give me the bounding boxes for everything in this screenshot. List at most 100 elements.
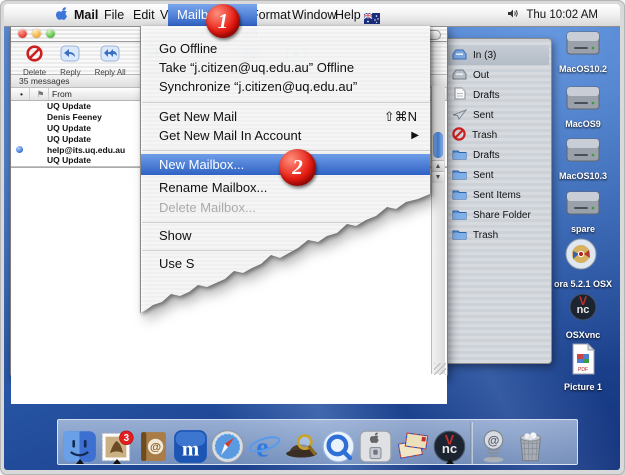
- drawer-item-label: Out: [473, 70, 489, 81]
- drawer-item-label: Drafts: [473, 150, 500, 161]
- column-header-flag[interactable]: ⚑: [30, 88, 49, 100]
- menubar-item-help[interactable]: Help: [335, 4, 361, 26]
- volume-icon[interactable]: [507, 8, 519, 22]
- menu-item-delete-mailbox: Delete Mailbox...: [159, 198, 419, 217]
- desktop-icon-osxvnc[interactable]: V nc OSXvnc: [550, 292, 616, 340]
- svg-text:PDF: PDF: [578, 367, 588, 373]
- drawer-item-share-folder[interactable]: Share Folder: [447, 205, 549, 225]
- drawer-item-label: Sent Items: [473, 190, 521, 201]
- message-from: Denis Feeney: [43, 112, 102, 122]
- menu-item-use-s-torn[interactable]: Use S: [159, 254, 419, 273]
- no-sign-icon: [26, 45, 43, 67]
- message-from: UQ Update: [43, 101, 91, 111]
- menu-item-get-new-mail-in-account[interactable]: Get New Mail In Account ▶: [159, 126, 419, 145]
- running-indicator: [76, 459, 84, 464]
- delete-button[interactable]: Delete: [23, 42, 46, 77]
- drawer-item-sent-top[interactable]: Sent: [447, 105, 549, 125]
- inbox-icon: [452, 48, 467, 63]
- osxvnc-icon[interactable]: V nc: [431, 424, 468, 464]
- drawer-item-trash-top[interactable]: Trash: [447, 125, 549, 145]
- sherlock-icon[interactable]: [283, 424, 320, 464]
- reply-arrow-icon: [60, 45, 80, 67]
- hard-drive-icon: [563, 45, 603, 62]
- drawer-item-sent-items[interactable]: Sent Items: [447, 185, 549, 205]
- desktop-icon-picture1[interactable]: PDF Picture 1: [550, 342, 616, 392]
- drawer-item-in[interactable]: In (3): [447, 45, 549, 65]
- scrollbar-thumb[interactable]: [433, 132, 443, 158]
- no-sign-icon: [452, 127, 466, 144]
- classic-mail-icon[interactable]: @: [475, 424, 512, 464]
- vertical-scrollbar[interactable]: ▲ ▼: [431, 86, 445, 374]
- svg-text:nc: nc: [577, 304, 590, 316]
- folder-icon: [452, 168, 467, 183]
- desktop-icon-macos102[interactable]: MacOS10.2: [550, 28, 616, 74]
- drawer-item-label: Sent: [473, 110, 494, 121]
- menubar-clock[interactable]: Thu 10:02 AM: [526, 9, 598, 21]
- mailboxes-drawer: In (3) Out Drafts Sent Tras: [444, 38, 552, 364]
- submenu-arrow-icon: ▶: [411, 126, 419, 145]
- message-from: help@its.uq.edu.au: [43, 145, 125, 155]
- safari-icon[interactable]: [209, 424, 246, 464]
- running-indicator: [113, 459, 121, 464]
- drawer-item-label: Sent: [473, 170, 494, 181]
- menubar-item-window[interactable]: Window: [292, 4, 336, 26]
- running-indicator: [446, 459, 454, 464]
- reply-all-button[interactable]: Reply All: [95, 42, 126, 77]
- cd-disc-icon: [563, 260, 603, 277]
- draft-paper-icon: [452, 87, 467, 103]
- system-preferences-icon[interactable]: [357, 424, 394, 464]
- desktop-icon-label: MacOS10.3: [550, 171, 616, 181]
- svg-text:@: @: [150, 442, 161, 454]
- svg-text:m: m: [182, 437, 199, 460]
- drawer-item-out[interactable]: Out: [447, 65, 549, 85]
- hard-drive-icon: [563, 152, 603, 169]
- folder-icon: [452, 228, 467, 243]
- drawer-item-trash-folder[interactable]: Trash: [447, 225, 549, 245]
- quicktime-icon[interactable]: [320, 424, 357, 464]
- pdf-file-icon: PDF: [568, 363, 598, 380]
- folder-icon: [452, 208, 467, 223]
- address-book-icon[interactable]: @: [135, 424, 172, 464]
- message-from: UQ Update: [43, 123, 91, 133]
- eudora-icon[interactable]: [394, 424, 431, 464]
- desktop-icon-label: Picture 1: [550, 382, 616, 392]
- menubar-item-mail[interactable]: Mail: [74, 4, 98, 26]
- menubar-item-file[interactable]: File: [104, 4, 124, 26]
- menu-item-synchronize[interactable]: Synchronize “j.citizen@uq.edu.au”: [159, 77, 419, 96]
- desktop: MacOS10.2 MacOS9 MacOS10.3 spare: [4, 4, 620, 470]
- trash-icon[interactable]: [512, 424, 549, 464]
- desktop-icon-macos9[interactable]: MacOS9: [550, 83, 616, 129]
- menu-separator: [142, 250, 430, 251]
- menu-item-get-new-mail[interactable]: Get New Mail ⇧⌘N: [159, 107, 419, 126]
- reply-button[interactable]: Reply: [60, 42, 80, 77]
- desktop-icon-label: OSXvnc: [550, 330, 616, 340]
- outbox-icon: [452, 68, 467, 83]
- resize-grip[interactable]: [434, 363, 446, 375]
- drawer-item-label: Trash: [472, 130, 497, 141]
- menubar-item-edit[interactable]: Edit: [133, 4, 155, 26]
- desktop-icon-label: spare: [550, 224, 616, 234]
- desktop-icon-label: MacOS9: [550, 119, 616, 129]
- desktop-icon-label: MacOS10.2: [550, 64, 616, 74]
- menu-item-take-offline[interactable]: Take “j.citizen@uq.edu.au” Offline: [159, 58, 419, 77]
- menu-bar: Mail File Edit View Mailbox Format Windo…: [4, 4, 620, 27]
- menu-item-show[interactable]: Show: [159, 226, 419, 245]
- desktop-icon-spare[interactable]: spare: [550, 188, 616, 234]
- finder-icon[interactable]: [61, 424, 98, 464]
- mail-badge-count: 3: [124, 433, 130, 444]
- menu-item-go-offline[interactable]: Go Offline: [159, 39, 419, 58]
- drawer-item-drafts-folder[interactable]: Drafts: [447, 145, 549, 165]
- mozilla-icon[interactable]: m: [172, 424, 209, 464]
- desktop-icon-macos103[interactable]: MacOS10.3: [550, 135, 616, 181]
- apple-menu[interactable]: [55, 4, 68, 26]
- keyboard-shortcut: ⇧⌘N: [384, 107, 417, 126]
- internet-explorer-icon[interactable]: e: [246, 424, 283, 464]
- paper-plane-icon: [452, 108, 467, 123]
- column-header-unread[interactable]: •: [11, 88, 30, 100]
- drawer-item-drafts-top[interactable]: Drafts: [447, 85, 549, 105]
- drawer-item-sent-folder[interactable]: Sent: [447, 165, 549, 185]
- drawer-item-label: Share Folder: [473, 210, 531, 221]
- desktop-icon-eudora-cd[interactable]: ora 5.2.1 OSX: [550, 237, 616, 289]
- scroll-down-arrow[interactable]: ▼: [432, 171, 444, 183]
- mail-icon[interactable]: 3: [98, 424, 135, 464]
